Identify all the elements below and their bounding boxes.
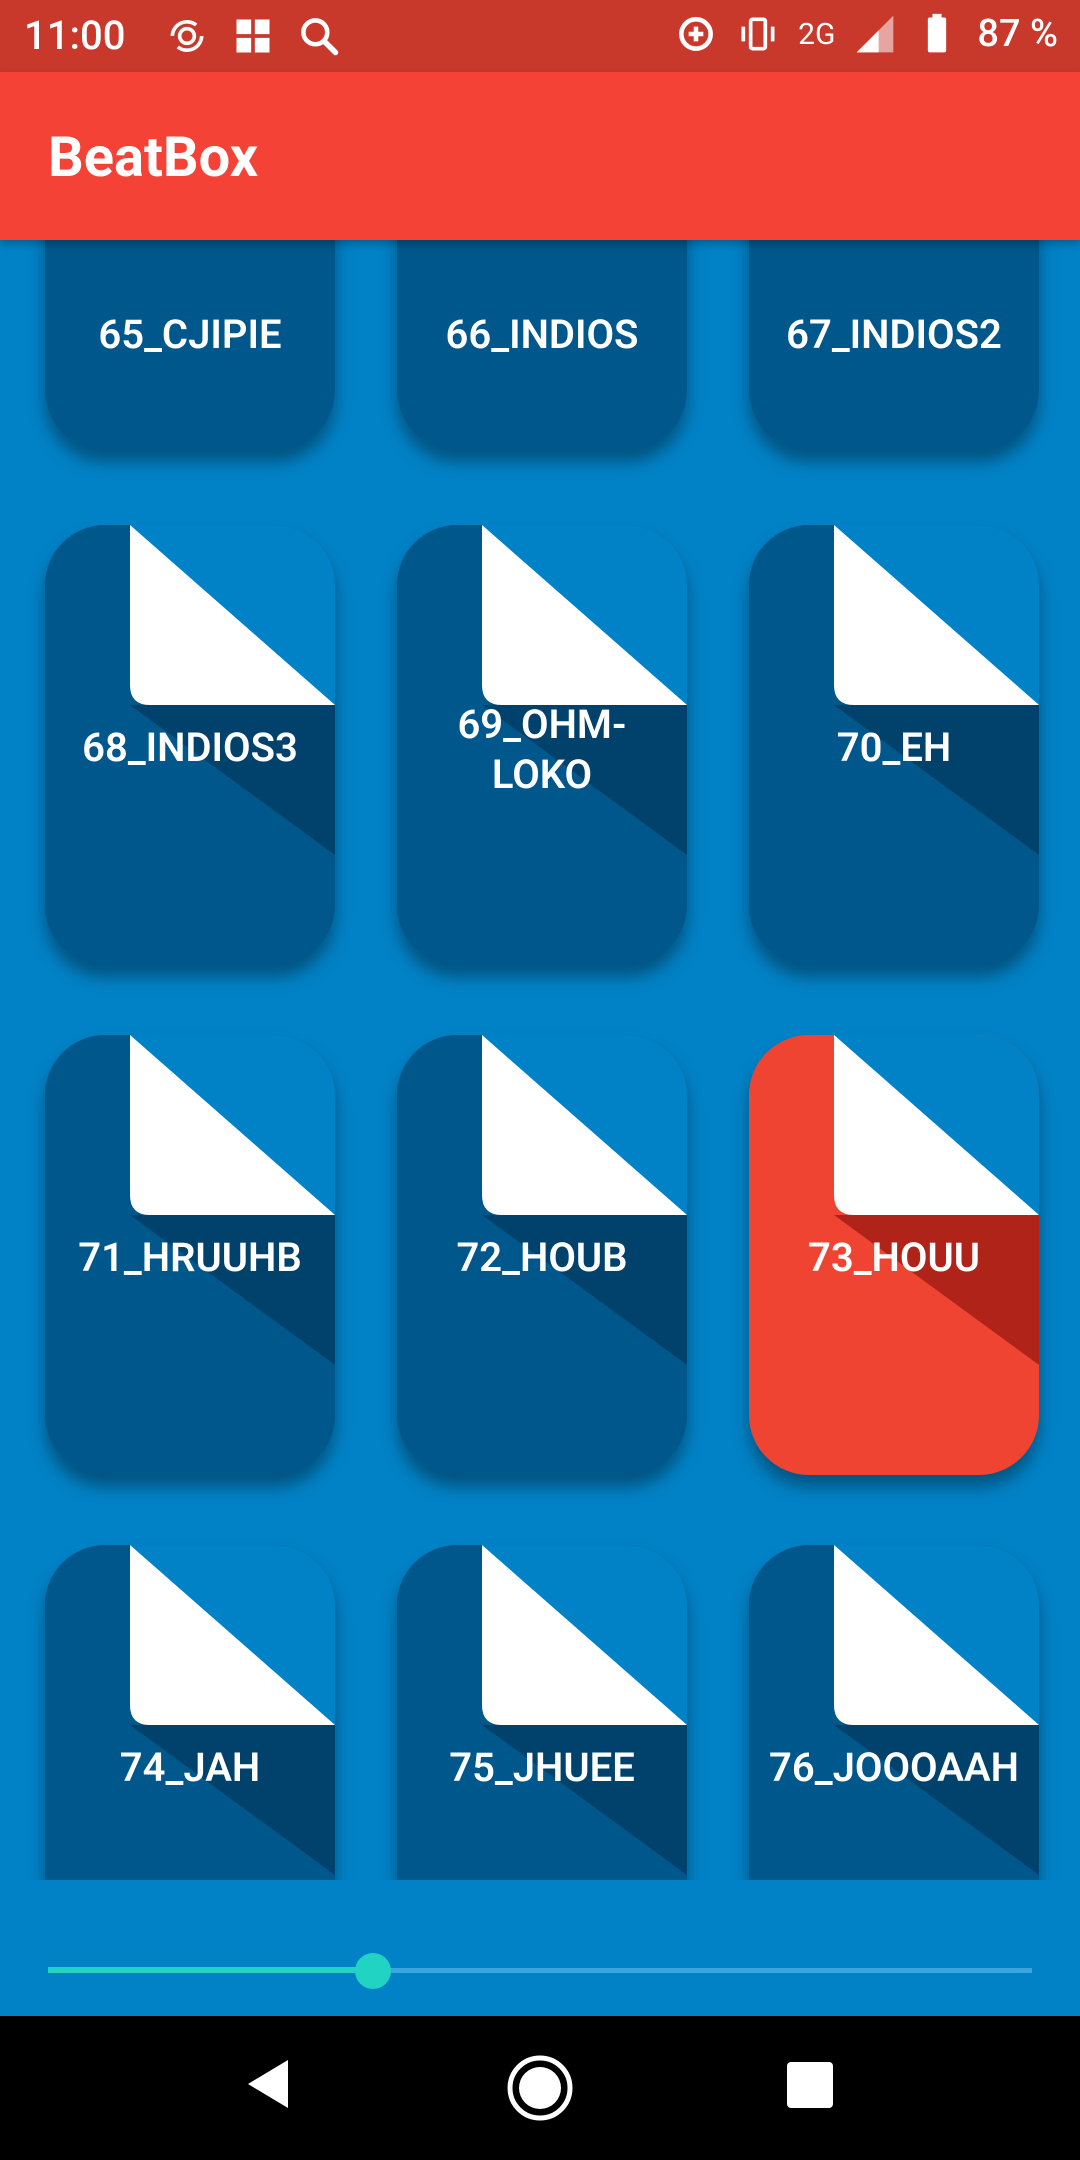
sound-button-label: 66_INDIOS [445,311,639,358]
sound-button-active[interactable]: 73_HOUU [749,1035,1039,1475]
network-type: 2G [798,16,836,52]
sound-button-label: 71_HRUUHB [78,1234,302,1281]
sound-button[interactable]: 67_INDIOS2 [749,240,1039,450]
sound-button[interactable]: 70_EH [749,525,1039,965]
sound-button[interactable]: 75_JHUEE [397,1545,687,1880]
sound-button[interactable]: 65_CJIPIE [45,240,335,450]
sound-button-label: 68_INDIOS3 [82,724,298,771]
puzzle-icon [236,19,270,53]
sound-button[interactable]: 71_HRUUHB [45,1035,335,1475]
signal-icon [857,15,894,53]
sound-button[interactable]: 76_JOOOAAH [749,1545,1039,1880]
sound-button-label: 75_JHUEE [449,1744,635,1791]
sound-button-label: 74_JAH [119,1744,261,1791]
vibrate-icon [741,17,775,51]
home-icon[interactable] [506,2054,574,2122]
sound-button-label: 73_HOUU [808,1234,980,1281]
sound-button-label: 65_CJIPIE [98,311,282,358]
data-saver-icon [679,17,714,51]
search-icon [301,18,339,56]
slider-fill [48,1967,373,1973]
folded-corner-icon [834,1545,1039,1875]
sound-button[interactable]: 74_JAH [45,1545,335,1880]
battery-level: 87 % [977,12,1058,56]
folded-corner-icon [130,1545,335,1875]
sync-settings-icon [170,19,204,53]
sound-grid: 65_CJIPIE 66_INDIOS 67_INDIOS2 68_INDIOS… [0,240,1080,1880]
back-icon[interactable] [244,2056,292,2112]
sound-button-label: 76_JOOOAAH [769,1744,1019,1791]
sound-button-label: 70_EH [836,724,952,771]
sound-button-label: 67_INDIOS2 [786,311,1002,358]
sound-button[interactable]: 69_OHM-LOKO [397,525,687,965]
app-bar: BeatBox [0,72,1080,240]
app-title: BeatBox [48,124,259,190]
sound-button-label: 72_HOUB [456,1234,628,1281]
status-notification-icons [165,14,341,58]
status-time: 11:00 [24,12,126,59]
status-system-icons: 2G 87 % [674,12,1058,56]
navigation-bar [0,2016,1080,2160]
sound-button[interactable]: 72_HOUB [397,1035,687,1475]
sound-button[interactable]: 68_INDIOS3 [45,525,335,965]
sound-button-label: 69_OHM-LOKO [457,701,627,798]
slider-thumb[interactable] [355,1953,391,1989]
recents-icon[interactable] [787,2062,833,2108]
battery-icon [928,13,947,53]
status-bar: 11:00 2G 87 % [0,0,1080,72]
sound-button[interactable]: 66_INDIOS [397,240,687,450]
folded-corner-icon [482,1545,687,1875]
playback-rate-slider[interactable] [48,1950,1032,1990]
